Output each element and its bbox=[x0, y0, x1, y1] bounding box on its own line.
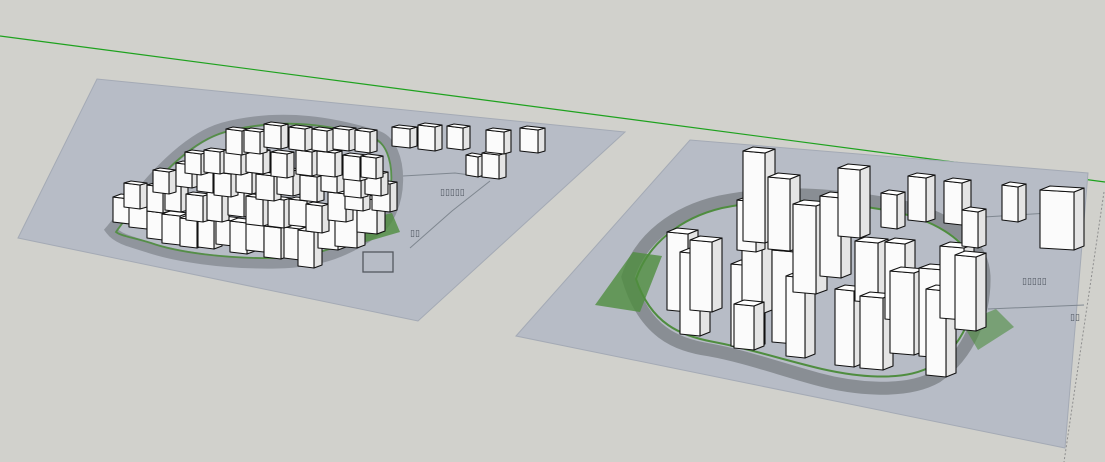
building-front-face bbox=[206, 191, 223, 223]
right-map-label-small: ▯▯ bbox=[1070, 313, 1080, 323]
building-front-face bbox=[907, 175, 927, 223]
building-side-face bbox=[369, 129, 378, 154]
building-front-face bbox=[481, 152, 500, 180]
building-front-face bbox=[185, 193, 204, 223]
building-side-face bbox=[975, 252, 987, 332]
building-front-face bbox=[243, 129, 261, 155]
building-side-face bbox=[168, 169, 177, 195]
building-front-face bbox=[465, 154, 479, 178]
building-front-face bbox=[295, 149, 313, 177]
building-side-face bbox=[925, 174, 936, 223]
building-side-face bbox=[711, 237, 723, 313]
building-front-face bbox=[880, 192, 898, 230]
building-front-face bbox=[225, 128, 243, 156]
building-front-face bbox=[327, 191, 347, 223]
building-front-face bbox=[332, 127, 350, 152]
building-front-face bbox=[417, 124, 436, 152]
building-front-face bbox=[161, 213, 181, 246]
building-front-face bbox=[1039, 189, 1075, 251]
building-front-face bbox=[837, 167, 861, 239]
building-side-face bbox=[896, 191, 906, 230]
building-front-face bbox=[305, 203, 323, 234]
building-side-face bbox=[462, 125, 471, 151]
building-side-face bbox=[334, 150, 343, 178]
building-side-face bbox=[503, 129, 512, 155]
building-front-face bbox=[446, 125, 464, 151]
building-front-face bbox=[859, 295, 884, 371]
left-map-label: ▯▯▯▯▯ bbox=[440, 188, 465, 198]
building-side-face bbox=[409, 126, 418, 149]
building-front-face bbox=[792, 203, 817, 295]
building-side-face bbox=[139, 182, 148, 210]
building-front-face bbox=[391, 126, 411, 149]
building-front-face bbox=[742, 150, 766, 244]
building-side-face bbox=[434, 124, 443, 152]
building-side-face bbox=[389, 181, 398, 213]
building-side-face bbox=[859, 165, 871, 239]
building-front-face bbox=[299, 174, 318, 203]
building-front-face bbox=[316, 150, 336, 178]
right-map-label: ▯▯▯▯▯ bbox=[1022, 277, 1047, 287]
sketchup-viewport[interactable]: ▯▯▯▯▯ ▯▯ ▯▯▯▯▯ ▯▯ bbox=[0, 0, 1105, 462]
building-front-face bbox=[485, 129, 505, 155]
building-front-face bbox=[834, 288, 855, 368]
building-front-face bbox=[519, 127, 539, 154]
building-front-face bbox=[229, 220, 248, 255]
building-front-face bbox=[152, 169, 170, 195]
building-front-face bbox=[354, 129, 371, 154]
building-front-face bbox=[245, 221, 265, 253]
building-side-face bbox=[753, 301, 765, 351]
building-front-face bbox=[263, 123, 282, 150]
building-front-face bbox=[179, 217, 198, 249]
building-front-face bbox=[767, 176, 791, 252]
building-front-face bbox=[255, 173, 275, 202]
building-front-face bbox=[689, 239, 713, 313]
building-side-face bbox=[280, 123, 289, 150]
building-front-face bbox=[311, 128, 328, 153]
building-front-face bbox=[733, 303, 755, 351]
building-front-face bbox=[267, 197, 285, 229]
building-front-face bbox=[889, 270, 915, 356]
building-side-face bbox=[977, 208, 987, 249]
building-front-face bbox=[1001, 184, 1019, 223]
building-front-face bbox=[954, 254, 977, 332]
building-front-face bbox=[270, 151, 288, 179]
building-side-face bbox=[286, 151, 295, 179]
3d-model-canvas[interactable]: ▯▯▯▯▯ ▯▯ ▯▯▯▯▯ ▯▯ bbox=[0, 0, 1105, 462]
building-side-face bbox=[1017, 183, 1027, 223]
building-front-face bbox=[342, 154, 361, 182]
building-side-face bbox=[537, 127, 546, 154]
building-front-face bbox=[245, 195, 264, 227]
building-front-face bbox=[146, 210, 164, 241]
building-front-face bbox=[213, 171, 232, 198]
building-front-face bbox=[961, 209, 979, 249]
building-front-face bbox=[123, 182, 141, 210]
building-front-face bbox=[288, 198, 308, 228]
building-front-face bbox=[360, 155, 377, 180]
building-front-face bbox=[297, 229, 315, 269]
building-side-face bbox=[498, 152, 507, 180]
building-side-face bbox=[375, 155, 384, 180]
building-front-face bbox=[288, 126, 306, 152]
building-side-face bbox=[262, 149, 271, 175]
building-front-face bbox=[203, 149, 221, 175]
building-front-face bbox=[197, 218, 215, 250]
building-side-face bbox=[1073, 187, 1085, 251]
building-front-face bbox=[943, 180, 963, 226]
building-side-face bbox=[304, 126, 313, 152]
building-front-face bbox=[184, 151, 202, 176]
left-map-label-small: ▯▯ bbox=[410, 229, 420, 239]
building-front-face bbox=[263, 225, 282, 260]
